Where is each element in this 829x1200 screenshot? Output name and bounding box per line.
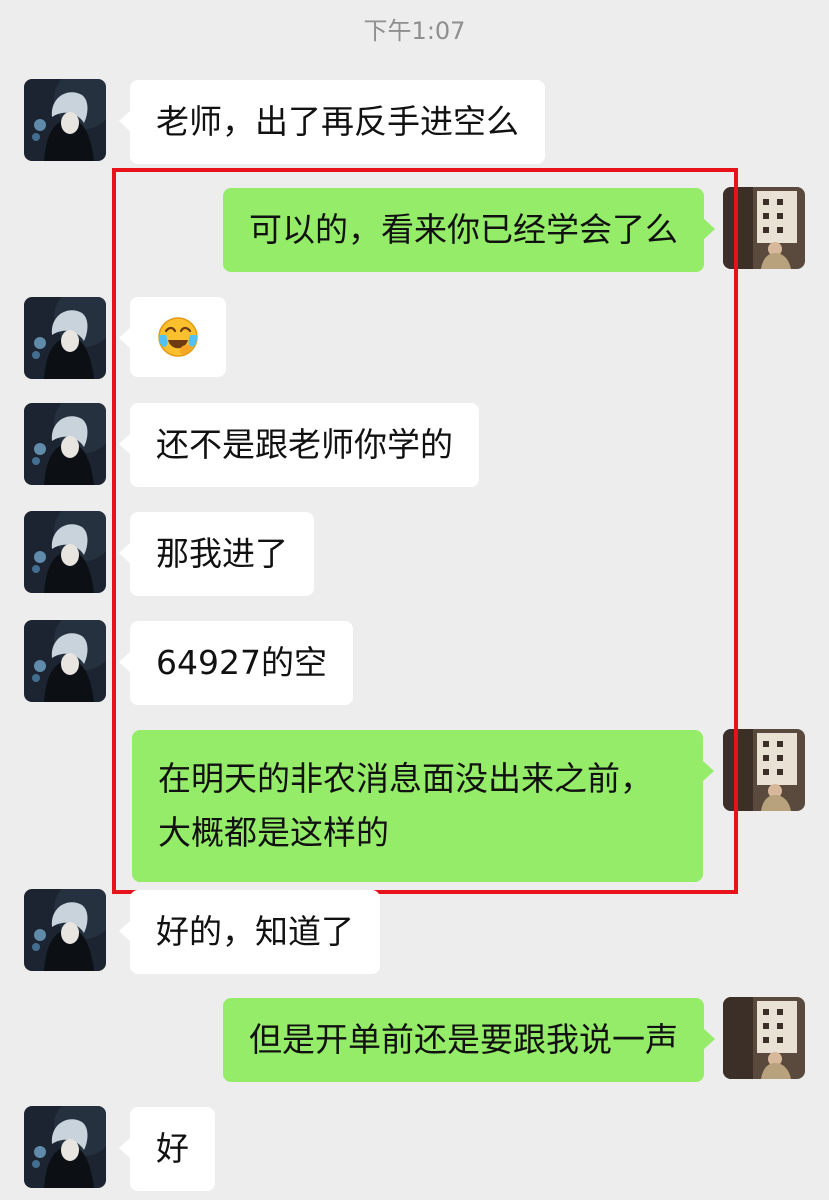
teacher-avatar[interactable] [723,997,805,1079]
student-avatar[interactable] [24,79,106,161]
teacher-avatar-image [723,997,805,1079]
student-avatar-image [24,1106,106,1188]
message-text: 64927的空 [156,643,327,682]
student-avatar-image [24,403,106,485]
message-text: 好 [156,1129,189,1168]
student-avatar[interactable] [24,511,106,593]
message-text: 可以的，看来你已经学会了么 [249,210,678,249]
student-avatar-image [24,297,106,379]
chat-timestamp: 下午1:07 [363,17,466,45]
teacher-avatar-image [723,187,805,269]
message-text: 那我进了 [156,534,288,573]
student-avatar[interactable] [24,297,106,379]
student-avatar-image [24,511,106,593]
student-avatar[interactable] [24,889,106,971]
teacher-avatar[interactable] [723,729,805,811]
student-avatar-image [24,620,106,702]
message-bubble[interactable] [119,297,226,377]
teacher-avatar-image [723,729,805,811]
message-bubble[interactable]: 但是开单前还是要跟我说一声 [223,998,715,1082]
student-avatar-image [24,79,106,161]
student-avatar[interactable] [24,403,106,485]
message-bubble[interactable]: 在明天的非农消息面没出来之前， 大概都是这样的 [132,730,714,882]
message-text: 但是开单前还是要跟我说一声 [249,1020,678,1059]
message-text: 老师，出了再反手进空么 [156,102,519,141]
message-text-line: 大概都是这样的 [158,813,389,852]
message-bubble[interactable]: 64927的空 [119,621,353,705]
message-text: 好的，知道了 [156,912,354,951]
message-bubble[interactable]: 还不是跟老师你学的 [119,403,479,487]
teacher-avatar[interactable] [723,187,805,269]
student-avatar[interactable] [24,620,106,702]
message-bubble[interactable]: 可以的，看来你已经学会了么 [223,188,715,272]
student-avatar[interactable] [24,1106,106,1188]
face-with-tears-emoji-icon [158,317,198,357]
message-bubble[interactable]: 好 [119,1107,215,1191]
message-text-line: 在明天的非农消息面没出来之前， [158,759,653,798]
student-avatar-image [24,889,106,971]
message-text: 还不是跟老师你学的 [156,425,453,464]
message-bubble[interactable]: 好的，知道了 [119,890,380,974]
message-bubble[interactable]: 那我进了 [119,512,314,596]
message-bubble[interactable]: 老师，出了再反手进空么 [119,80,545,164]
